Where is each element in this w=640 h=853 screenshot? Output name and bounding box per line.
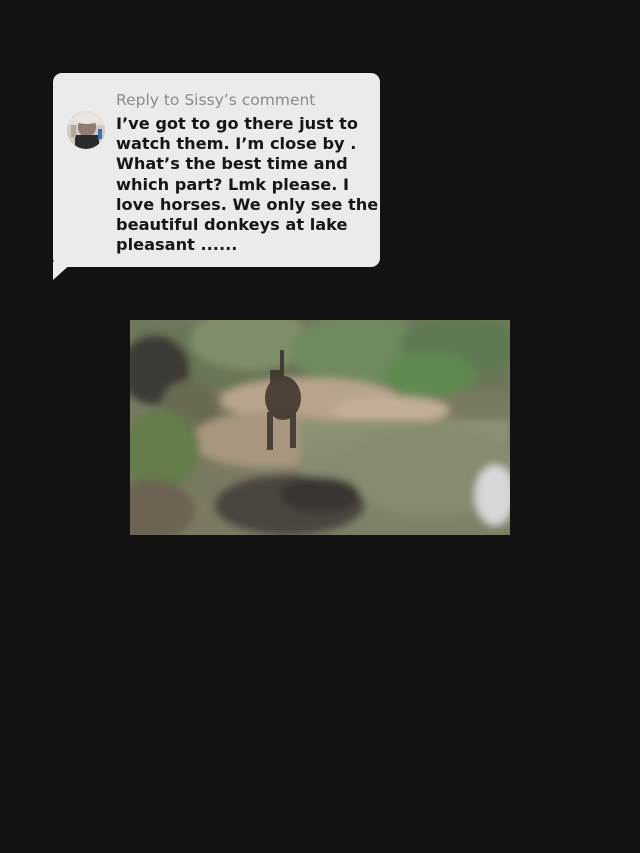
- video-clip-horse-by-river[interactable]: [130, 320, 510, 535]
- reply-to-label: Reply to Sissy’s comment: [116, 91, 316, 109]
- commenter-avatar: [67, 111, 105, 149]
- avatar-photo-icon: [67, 111, 105, 149]
- comment-line: beautiful donkeys at lake: [116, 215, 348, 235]
- comment-line: pleasant ......: [116, 235, 238, 255]
- comment-text: I’ve got to go there just to watch them.…: [116, 114, 379, 255]
- bubble-tail: [53, 262, 73, 280]
- horse-river-scene: [130, 320, 510, 535]
- comment-line: which part? Lmk please. I: [116, 174, 350, 194]
- comment-line: What’s the best time and: [116, 154, 348, 174]
- comment-line: watch them. I’m close by .: [116, 134, 357, 154]
- comment-line: love horses. We only see the: [116, 194, 379, 214]
- video-screen[interactable]: Reply to Sissy’s comment I’ve got to go …: [0, 0, 640, 853]
- comment-line: I’ve got to go there just to: [116, 114, 359, 133]
